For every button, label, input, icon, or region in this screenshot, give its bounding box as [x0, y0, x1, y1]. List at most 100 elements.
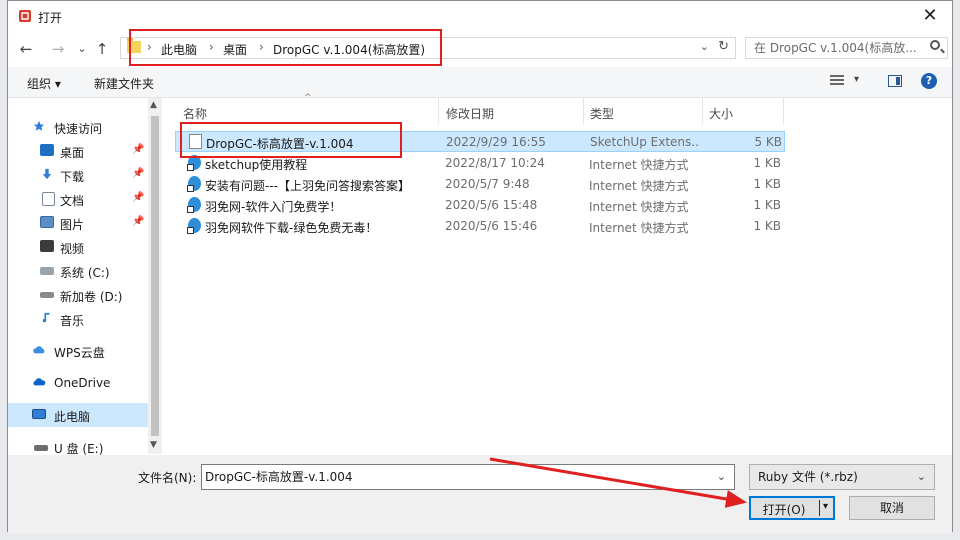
up-folder-icon[interactable]: ↑: [92, 39, 112, 59]
scroll-down-icon[interactable]: ▼: [150, 440, 157, 450]
file-size: 1 KB: [753, 156, 781, 170]
sidebar-item-desktop[interactable]: 桌面 📌: [8, 139, 148, 163]
sketchup-app-icon: [19, 10, 31, 22]
file-size: 1 KB: [753, 177, 781, 191]
new-folder-button[interactable]: 新建文件夹: [94, 75, 154, 92]
column-divider[interactable]: [438, 98, 439, 124]
filetype-value: Ruby 文件 (*.rbz): [758, 470, 858, 484]
file-size: 1 KB: [753, 219, 781, 233]
pin-icon[interactable]: 📌: [132, 144, 144, 155]
organize-menu-button[interactable]: 组织 ▾: [27, 75, 61, 92]
sidebar-scrollbar[interactable]: ▲ ▼: [148, 98, 162, 454]
address-history-chevron-icon[interactable]: ⌄: [700, 40, 709, 53]
music-icon: [42, 312, 50, 323]
sidebar-item-label: 桌面: [60, 146, 85, 160]
pin-icon[interactable]: 📌: [132, 192, 144, 203]
sidebar-item-label: OneDrive: [54, 376, 111, 390]
file-size: 1 KB: [753, 198, 781, 212]
file-type: Internet 快捷方式: [589, 179, 689, 193]
file-name: 安装有问题---【上羽免问答搜索答案】: [205, 179, 410, 193]
view-chevron-icon[interactable]: ▾: [854, 74, 859, 85]
sidebar-item-documents[interactable]: 文档 📌: [8, 187, 148, 211]
file-name: 羽免网-软件入门免费学！: [205, 200, 342, 214]
cancel-button[interactable]: 取消: [849, 496, 935, 520]
navigation-pane: 快速访问 桌面 📌 下载 📌 文档 📌 图片 📌 视频 系统 (C:) 新加卷 …: [8, 98, 148, 456]
internet-shortcut-icon: [187, 218, 201, 234]
sidebar-item-wps-cloud[interactable]: WPS云盘: [8, 339, 148, 363]
file-row[interactable]: 羽免网-软件入门免费学！ 2020/5/6 15:48 Internet 快捷方…: [175, 195, 785, 216]
file-modified: 2020/5/6 15:46: [445, 219, 538, 233]
refresh-icon[interactable]: ↻: [718, 39, 729, 54]
window-title: 打开: [38, 11, 63, 25]
sidebar-item-onedrive[interactable]: OneDrive: [8, 371, 148, 395]
file-name: 羽免网软件下载-绿色免费无毒！: [205, 221, 378, 235]
file-modified: 2020/5/7 9:48: [445, 177, 530, 191]
back-icon[interactable]: ←: [16, 39, 36, 59]
open-file-dialog: 打开 ✕ ← → ⌄ ↑ › 此电脑 › 桌面 › DropGC v.1.004…: [7, 0, 953, 533]
internet-shortcut-icon: [187, 176, 201, 192]
sidebar-item-label: WPS云盘: [54, 346, 105, 360]
scroll-up-icon[interactable]: ▲: [150, 100, 157, 110]
sidebar-item-videos[interactable]: 视频: [8, 235, 148, 259]
search-icon: [930, 40, 940, 50]
star-icon: [33, 120, 45, 131]
open-button[interactable]: 打开(O) ▾: [749, 496, 835, 520]
view-options-icon[interactable]: [830, 75, 844, 87]
sidebar-item-pictures[interactable]: 图片 📌: [8, 211, 148, 235]
pictures-icon: [40, 216, 54, 228]
column-header-modified[interactable]: 修改日期: [446, 105, 494, 122]
address-highlight-box: [129, 29, 442, 66]
onedrive-icon: [33, 378, 46, 386]
close-icon[interactable]: ✕: [908, 1, 952, 31]
column-header-type[interactable]: 类型: [590, 105, 614, 122]
file-modified: 2022/9/29 16:55: [446, 135, 546, 149]
help-icon[interactable]: ?: [921, 73, 937, 89]
filename-input[interactable]: DropGC-标高放置-v.1.004 ⌄: [201, 464, 735, 490]
column-divider[interactable]: [783, 98, 784, 124]
filename-label: 文件名(N):: [138, 471, 197, 485]
file-row[interactable]: 羽免网软件下载-绿色免费无毒！ 2020/5/6 15:46 Internet …: [175, 216, 785, 237]
drive-icon: [40, 267, 54, 275]
sidebar-item-label: 此电脑: [54, 410, 91, 424]
search-button[interactable]: [926, 37, 946, 59]
sidebar-item-drive-d[interactable]: 新加卷 (D:): [8, 283, 148, 307]
search-input[interactable]: 在 DropGC v.1.004(标高放...: [745, 37, 948, 59]
file-type: Internet 快捷方式: [589, 221, 689, 235]
column-divider[interactable]: [583, 98, 584, 124]
sidebar-item-label: 下载: [60, 170, 85, 184]
column-header-size[interactable]: 大小: [709, 105, 733, 122]
recent-locations-chevron-icon[interactable]: ⌄: [72, 39, 92, 59]
file-highlight-box: [180, 122, 402, 158]
sort-indicator-icon: ^: [304, 93, 312, 103]
pin-icon[interactable]: 📌: [132, 216, 144, 227]
filename-history-chevron-icon[interactable]: ⌄: [717, 465, 726, 489]
file-type: Internet 快捷方式: [589, 200, 689, 214]
column-header-name[interactable]: 名称: [183, 105, 207, 122]
pin-icon[interactable]: 📌: [132, 168, 144, 179]
scrollbar-thumb[interactable]: [151, 116, 159, 436]
forward-icon[interactable]: →: [48, 39, 68, 59]
drive-icon: [40, 292, 54, 298]
videos-icon: [40, 240, 54, 252]
sidebar-item-this-pc[interactable]: 此电脑: [8, 403, 148, 427]
sidebar-item-music[interactable]: 音乐: [8, 307, 148, 331]
command-toolbar: 组织 ▾ 新建文件夹 ▾ ?: [8, 67, 952, 98]
sidebar-item-quick-access[interactable]: 快速访问: [8, 115, 148, 139]
column-divider[interactable]: [702, 98, 703, 124]
sidebar-item-downloads[interactable]: 下载 📌: [8, 163, 148, 187]
filetype-chevron-icon[interactable]: ⌄: [917, 465, 926, 489]
file-modified: 2020/5/6 15:48: [445, 198, 538, 212]
filetype-select[interactable]: Ruby 文件 (*.rbz) ⌄: [749, 464, 935, 490]
sidebar-item-label: 音乐: [60, 314, 85, 328]
sidebar-item-drive-c[interactable]: 系统 (C:): [8, 259, 148, 283]
file-row[interactable]: 安装有问题---【上羽免问答搜索答案】 2020/5/7 9:48 Intern…: [175, 174, 785, 195]
file-modified: 2022/8/17 10:24: [445, 156, 545, 170]
documents-icon: [42, 192, 55, 206]
cloud-icon: [33, 346, 45, 354]
open-options-chevron-icon[interactable]: ▾: [823, 501, 828, 512]
filename-value: DropGC-标高放置-v.1.004: [205, 470, 353, 484]
preview-pane-icon[interactable]: [888, 75, 902, 87]
sidebar-item-label: 新加卷 (D:): [60, 290, 123, 304]
open-split-divider: [819, 500, 820, 516]
sidebar-item-label: 视频: [60, 242, 85, 256]
